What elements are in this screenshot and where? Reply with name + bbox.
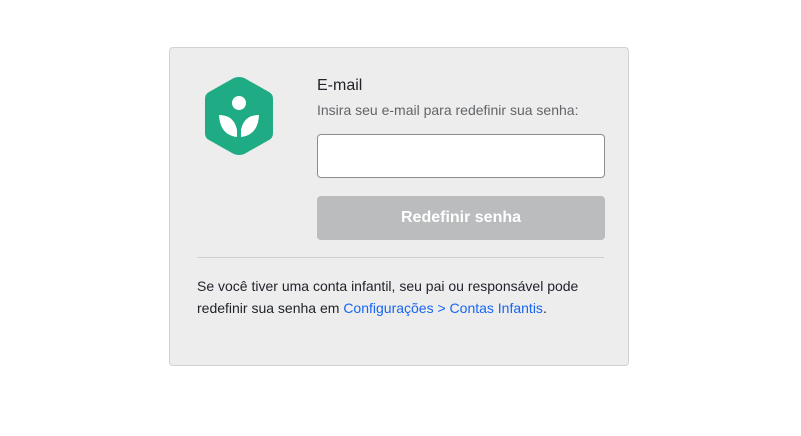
- reset-form: E-mail Insira seu e-mail para redefinir …: [317, 75, 605, 240]
- reset-password-button[interactable]: Redefinir senha: [317, 196, 605, 240]
- divider: [197, 257, 604, 258]
- note-text-end: .: [542, 300, 547, 316]
- khan-academy-logo-icon: [205, 77, 273, 155]
- child-account-note: Se você tiver uma conta infantil, seu pa…: [197, 275, 597, 319]
- email-field-description: Insira seu e-mail para redefinir sua sen…: [317, 102, 579, 118]
- email-input[interactable]: [317, 134, 605, 178]
- child-accounts-settings-link[interactable]: Configurações > Contas Infantis: [343, 300, 543, 316]
- email-field-title: E-mail: [317, 77, 363, 94]
- reset-password-card: E-mail Insira seu e-mail para redefinir …: [169, 47, 629, 366]
